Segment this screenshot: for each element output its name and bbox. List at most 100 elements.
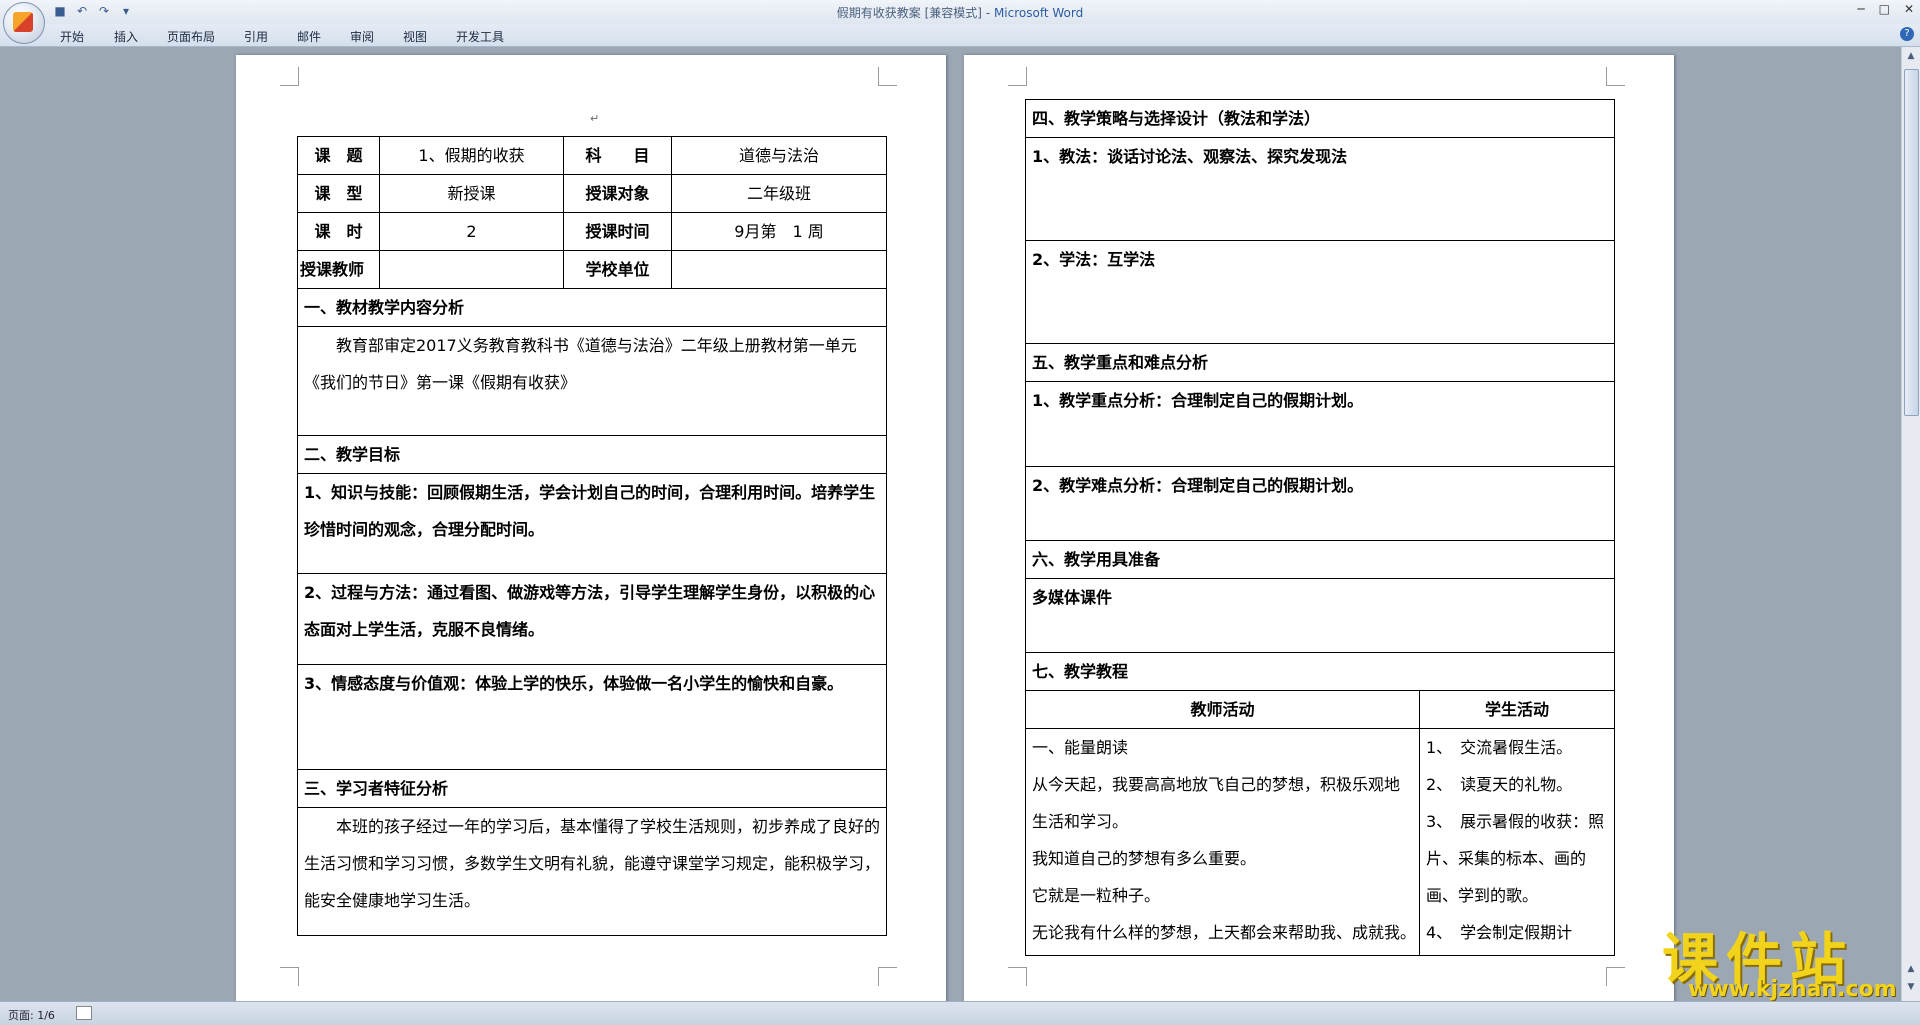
tab-home[interactable]: 开始: [60, 28, 84, 45]
tab-references[interactable]: 引用: [244, 28, 268, 45]
teacher-line: 我知道自己的梦想有多么重要。: [1032, 849, 1257, 868]
table-row: 三、学习者特征分析: [297, 769, 887, 808]
section-heading: 七、教学教程: [1024, 652, 1616, 691]
scrollbar-thumb[interactable]: [1904, 69, 1919, 416]
table-row: 1、教学重点分析：合理制定自己的假期计划。: [1024, 381, 1616, 467]
table-row: 六、教学用具准备: [1024, 540, 1616, 579]
office-logo-icon: [13, 12, 33, 32]
lesson-info-table: 课 题 1、假期的收获 科 目 道德与法治 课 型 新授课 授课对象 二年级班 …: [297, 136, 887, 936]
goal-item[interactable]: 2、过程与方法：通过看图、做游戏等方法，引导学生理解学生身份，以积极的心态面对上…: [297, 573, 887, 665]
next-page-icon[interactable]: ▼: [1905, 982, 1917, 994]
goal-item[interactable]: 3、情感态度与价值观：体验上学的快乐，体验做一名小学生的愉快和自豪。: [297, 664, 887, 770]
teacher-line: 从今天起，我要高高地放飞自己的梦想，积极乐观地生活和学习。: [1032, 775, 1401, 831]
label-cell: 授课教师: [297, 250, 380, 289]
previous-page-icon[interactable]: ▲: [1905, 964, 1917, 976]
table-row: 3、情感态度与价值观：体验上学的快乐，体验做一名小学生的愉快和自豪。: [297, 664, 887, 770]
table-row: 2、学法：互学法: [1024, 240, 1616, 344]
hours-value[interactable]: 2: [379, 212, 564, 251]
type-value[interactable]: 新授课: [379, 174, 564, 213]
tab-page-layout[interactable]: 页面布局: [167, 28, 215, 45]
crop-mark: [878, 967, 897, 986]
table-row: 1、教法：谈话讨论法、观察法、探究发现法: [1024, 137, 1616, 241]
teacher-activity-cell[interactable]: 一、能量朗读 从今天起，我要高高地放飞自己的梦想，积极乐观地生活和学习。 我知道…: [1025, 728, 1420, 956]
minimize-icon[interactable]: ─: [1857, 2, 1864, 16]
table-row: 四、教学策略与选择设计（教法和学法）: [1024, 99, 1616, 138]
section-heading: 三、学习者特征分析: [297, 769, 887, 808]
table-row: 七、教学教程: [1024, 652, 1616, 691]
document-title: 假期有收获教案 [兼容模式]: [836, 6, 982, 20]
scroll-up-icon[interactable]: ▲: [1905, 51, 1917, 63]
difficulty-item[interactable]: 2、教学难点分析：合理制定自己的假期计划。: [1024, 466, 1616, 541]
label-cell: 授课时间: [563, 212, 672, 251]
label-cell: 科 目: [563, 136, 672, 175]
student-line: 3、 展示暑假的收获：照片、采集的标本、画的画、学到的歌。: [1426, 812, 1605, 905]
section-body[interactable]: 教育部审定2017义务教育教科书《道德与法治》二年级上册教材第一单元《我们的节日…: [297, 326, 887, 436]
status-bar: 页面: 1/6: [0, 1001, 1920, 1025]
tab-mailings[interactable]: 邮件: [297, 28, 321, 45]
student-activity-cell[interactable]: 1、 交流暑假生活。 2、 读夏天的礼物。 3、 展示暑假的收获：照片、采集的标…: [1418, 728, 1616, 956]
topic-value[interactable]: 1、假期的收获: [379, 136, 564, 175]
table-row: 授课教师 学校单位: [297, 250, 887, 289]
table-row: 1、知识与技能：回顾假期生活，学会计划自己的时间，合理利用时间。培养学生珍惜时间…: [297, 473, 887, 574]
teacher-line: 一、能量朗读: [1032, 738, 1129, 757]
watermark-logo: 课件站 www.kjzhan.com: [1662, 915, 1898, 1002]
section-heading: 五、教学重点和难点分析: [1024, 343, 1616, 382]
student-line: 2、 读夏天的礼物。: [1426, 775, 1573, 794]
table-row: 课 题 1、假期的收获 科 目 道德与法治: [297, 136, 887, 175]
table-row: 二、教学目标: [297, 435, 887, 474]
window-controls: ─ □ ✕: [1857, 2, 1914, 16]
method-item[interactable]: 2、学法：互学法: [1024, 240, 1616, 344]
subject-value[interactable]: 道德与法治: [671, 136, 887, 175]
section-heading: 六、教学用具准备: [1024, 540, 1616, 579]
paragraph-mark: ↵: [590, 112, 600, 125]
maximize-icon[interactable]: □: [1879, 2, 1890, 16]
close-icon[interactable]: ✕: [1904, 2, 1914, 16]
goal-item[interactable]: 1、知识与技能：回顾假期生活，学会计划自己的时间，合理利用时间。培养学生珍惜时间…: [297, 473, 887, 574]
teacher-value[interactable]: [379, 250, 564, 289]
crop-mark: [1606, 967, 1625, 986]
tab-view[interactable]: 视图: [403, 28, 427, 45]
office-button[interactable]: [3, 2, 45, 44]
vertical-scrollbar[interactable]: ▲ ▲ ▼: [1901, 47, 1920, 1002]
teacher-line: 无论我有什么样的梦想，上天都会来帮助我、成就我。: [1032, 923, 1413, 942]
method-item[interactable]: 1、教法：谈话讨论法、观察法、探究发现法: [1024, 137, 1616, 241]
tab-insert[interactable]: 插入: [114, 28, 138, 45]
tab-developer[interactable]: 开发工具: [456, 28, 504, 45]
audience-value[interactable]: 二年级班: [671, 174, 887, 213]
student-activity-header: 学生活动: [1418, 690, 1616, 729]
watermark-url: www.kjzhan.com: [1688, 977, 1897, 1002]
tab-review[interactable]: 审阅: [350, 28, 374, 45]
time-value[interactable]: 9月第 1 周: [671, 212, 887, 251]
crop-mark: [1008, 967, 1027, 986]
table-row: 课 时 2 授课时间 9月第 1 周: [297, 212, 887, 251]
tools-item[interactable]: 多媒体课件: [1024, 578, 1616, 653]
teaching-plan-table: 四、教学策略与选择设计（教法和学法） 1、教法：谈话讨论法、观察法、探究发现法 …: [1024, 99, 1616, 956]
crop-mark: [280, 967, 299, 986]
crop-mark: [1008, 67, 1027, 86]
page-indicator[interactable]: 页面: 1/6: [8, 1007, 55, 1023]
key-point-item[interactable]: 1、教学重点分析：合理制定自己的假期计划。: [1024, 381, 1616, 467]
label-cell: 学校单位: [563, 250, 672, 289]
crop-mark: [878, 67, 897, 86]
teacher-activity-header: 教师活动: [1025, 690, 1420, 729]
ribbon-tabs: 开始 插入 页面布局 引用 邮件 审阅 视图 开发工具 ?: [0, 24, 1920, 47]
table-row: 课 型 新授课 授课对象 二年级班: [297, 174, 887, 213]
crop-mark: [280, 67, 299, 86]
label-cell: 课 型: [297, 174, 380, 213]
document-area: ↵ 课 题 1、假期的收获 科 目 道德与法治 课 型 新授课 授课对象 二年级…: [0, 47, 1900, 1002]
proofing-icon[interactable]: [76, 1006, 92, 1020]
table-row: 本班的孩子经过一年的学习后，基本懂得了学校生活规则，初步养成了良好的生活习惯和学…: [297, 807, 887, 936]
title-bar: ■ ↶ ↷ ▾ 假期有收获教案 [兼容模式] - Microsoft Word …: [0, 0, 1920, 24]
student-line: 1、 交流暑假生活。: [1426, 738, 1573, 757]
help-icon[interactable]: ?: [1900, 27, 1914, 41]
table-row: 教育部审定2017义务教育教科书《道德与法治》二年级上册教材第一单元《我们的节日…: [297, 326, 887, 436]
section-body[interactable]: 本班的孩子经过一年的学习后，基本懂得了学校生活规则，初步养成了良好的生活习惯和学…: [297, 807, 887, 936]
app-name: Microsoft Word: [993, 6, 1084, 20]
label-cell: 授课对象: [563, 174, 672, 213]
table-row: 多媒体课件: [1024, 578, 1616, 653]
section-heading: 四、教学策略与选择设计（教法和学法）: [1024, 99, 1616, 138]
student-line: 4、 学会制定假期计: [1426, 923, 1573, 942]
label-cell: 课 时: [297, 212, 380, 251]
table-row: 五、教学重点和难点分析: [1024, 343, 1616, 382]
school-value[interactable]: [671, 250, 887, 289]
